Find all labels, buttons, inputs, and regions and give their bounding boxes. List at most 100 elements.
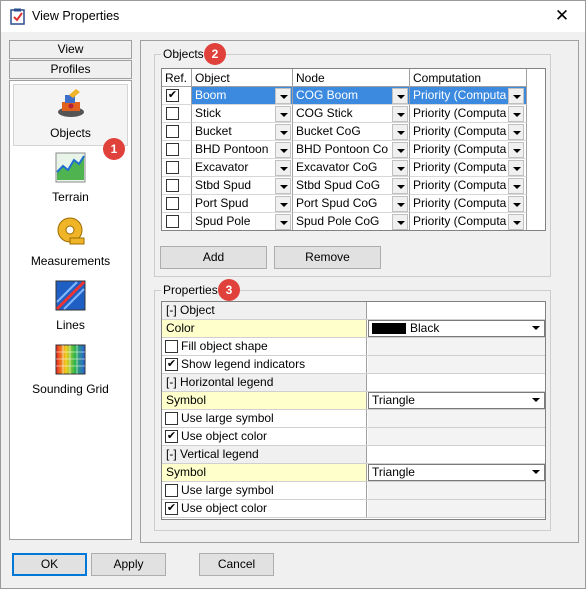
cancel-button[interactable]: Cancel [199,553,274,576]
computation-cell[interactable]: Priority (Computa [410,123,527,141]
node-cell[interactable]: COG Boom [293,87,410,105]
dropdown-arrow-icon[interactable] [275,142,291,158]
computation-cell[interactable]: Priority (Computa [410,195,527,213]
table-row[interactable]: Bucket Bucket CoG Priority (Computa [162,123,545,141]
node-cell[interactable]: Port Spud CoG [293,195,410,213]
use-large-symbol-checkbox[interactable] [165,412,178,425]
table-row[interactable]: BHD Pontoon BHD Pontoon Co Priority (Com… [162,141,545,159]
object-cell[interactable]: Bucket [192,123,293,141]
property-row-vertical-use-object-color[interactable]: ✔ Use object color [162,500,545,518]
close-button[interactable]: ✕ [539,1,585,32]
dropdown-arrow-icon[interactable] [275,124,291,140]
computation-cell[interactable]: Priority (Computa [410,213,527,230]
node-cell[interactable]: BHD Pontoon Co [293,141,410,159]
dropdown-arrow-icon[interactable] [508,196,524,212]
ok-button[interactable]: OK [12,553,87,576]
computation-cell[interactable]: Priority (Computa [410,141,527,159]
ref-checkbox[interactable] [166,107,179,120]
column-header-node[interactable]: Node [293,69,410,87]
object-cell[interactable]: BHD Pontoon [192,141,293,159]
table-row[interactable]: Spud Pole Spud Pole CoG Priority (Comput… [162,213,545,230]
node-cell[interactable]: Spud Pole CoG [293,213,410,230]
chevron-down-icon[interactable] [532,470,540,474]
property-category-horizontal-legend[interactable]: [-] Horizontal legend [162,374,545,392]
node-cell[interactable]: COG Stick [293,105,410,123]
computation-cell[interactable]: Priority (Computa [410,159,527,177]
property-category-vertical-legend[interactable]: [-] Vertical legend [162,446,545,464]
use-large-symbol-checkbox[interactable] [165,484,178,497]
fill-object-shape-checkbox[interactable] [165,340,178,353]
object-cell[interactable]: Excavator [192,159,293,177]
column-header-ref[interactable]: Ref. [162,69,192,87]
column-header-object[interactable]: Object [192,69,293,87]
dropdown-arrow-icon[interactable] [392,196,408,212]
use-object-color-checkbox[interactable]: ✔ [165,430,178,443]
ref-checkbox[interactable] [166,215,179,228]
table-row[interactable]: Port Spud Port Spud CoG Priority (Comput… [162,195,545,213]
property-category-object[interactable]: [-] Object [162,302,545,320]
nav-item-measurements[interactable]: Measurements [10,213,131,275]
dropdown-arrow-icon[interactable] [508,142,524,158]
dropdown-arrow-icon[interactable] [275,196,291,212]
property-row-horizontal-symbol[interactable]: Symbol Triangle [162,392,545,410]
property-row-fill-object-shape[interactable]: Fill object shape [162,338,545,356]
dropdown-arrow-icon[interactable] [508,214,524,230]
add-button[interactable]: Add [160,246,267,269]
node-cell[interactable]: Stbd Spud CoG [293,177,410,195]
table-row[interactable]: ✔ Boom COG Boom Priority (Computa [162,87,545,105]
dropdown-arrow-icon[interactable] [508,178,524,194]
remove-button[interactable]: Remove [274,246,381,269]
property-row-horizontal-use-object-color[interactable]: ✔ Use object color [162,428,545,446]
nav-item-objects[interactable]: Objects [13,84,128,146]
apply-button[interactable]: Apply [91,553,166,576]
dropdown-arrow-icon[interactable] [392,214,408,230]
dropdown-arrow-icon[interactable] [275,106,291,122]
table-row[interactable]: Stbd Spud Stbd Spud CoG Priority (Comput… [162,177,545,195]
chevron-down-icon[interactable] [532,398,540,402]
computation-cell[interactable]: Priority (Computa [410,105,527,123]
property-row-show-legend-indicators[interactable]: ✔ Show legend indicators [162,356,545,374]
property-row-horizontal-use-large-symbol[interactable]: Use large symbol [162,410,545,428]
table-row[interactable]: Excavator Excavator CoG Priority (Comput… [162,159,545,177]
table-row[interactable]: Stick COG Stick Priority (Computa [162,105,545,123]
nav-item-terrain[interactable]: Terrain [10,149,131,211]
property-row-color[interactable]: Color Black [162,320,545,338]
property-row-vertical-use-large-symbol[interactable]: Use large symbol [162,482,545,500]
nav-header-view[interactable]: View [9,40,132,59]
ref-checkbox[interactable]: ✔ [166,89,179,102]
horizontal-symbol-select[interactable]: Triangle [368,392,545,409]
dropdown-arrow-icon[interactable] [275,178,291,194]
chevron-down-icon[interactable] [532,326,540,330]
computation-cell[interactable]: Priority (Computa [410,177,527,195]
dropdown-arrow-icon[interactable] [508,106,524,122]
ref-checkbox[interactable] [166,161,179,174]
column-header-computation[interactable]: Computation [410,69,527,87]
object-cell[interactable]: Port Spud [192,195,293,213]
dropdown-arrow-icon[interactable] [392,178,408,194]
property-row-vertical-symbol[interactable]: Symbol Triangle [162,464,545,482]
nav-item-sounding-grid[interactable]: Sounding Grid [10,341,131,403]
dropdown-arrow-icon[interactable] [275,214,291,230]
dropdown-arrow-icon[interactable] [275,160,291,176]
dropdown-arrow-icon[interactable] [508,124,524,140]
dropdown-arrow-icon[interactable] [508,160,524,176]
dropdown-arrow-icon[interactable] [508,88,524,104]
nav-item-lines[interactable]: Lines [10,277,131,339]
object-cell[interactable]: Boom [192,87,293,105]
dropdown-arrow-icon[interactable] [392,160,408,176]
object-cell[interactable]: Stick [192,105,293,123]
use-object-color-checkbox[interactable]: ✔ [165,502,178,515]
show-legend-indicators-checkbox[interactable]: ✔ [165,358,178,371]
ref-checkbox[interactable] [166,197,179,210]
ref-checkbox[interactable] [166,143,179,156]
color-select[interactable]: Black [368,320,545,337]
object-cell[interactable]: Stbd Spud [192,177,293,195]
dropdown-arrow-icon[interactable] [392,106,408,122]
nav-header-profiles[interactable]: Profiles [9,60,132,79]
dropdown-arrow-icon[interactable] [275,88,291,104]
dropdown-arrow-icon[interactable] [392,124,408,140]
vertical-symbol-select[interactable]: Triangle [368,464,545,481]
dropdown-arrow-icon[interactable] [392,142,408,158]
node-cell[interactable]: Bucket CoG [293,123,410,141]
dropdown-arrow-icon[interactable] [392,88,408,104]
